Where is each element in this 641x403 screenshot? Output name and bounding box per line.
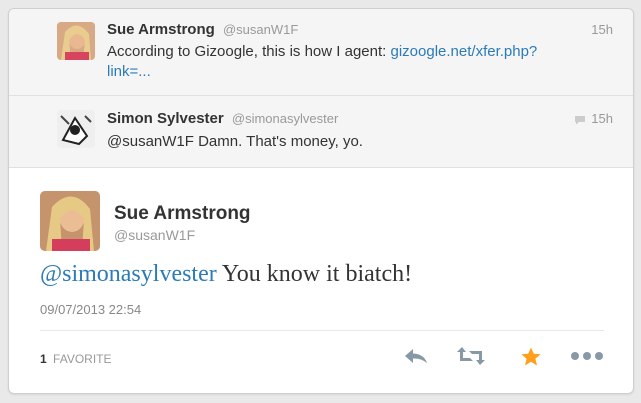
- tweet-text: @simonasylvester You know it biatch!: [40, 261, 412, 288]
- favorite-count[interactable]: 1 FAVORITE: [40, 352, 111, 366]
- avatar[interactable]: [40, 191, 100, 251]
- tweet-author-name[interactable]: Sue Armstrong: [107, 21, 215, 38]
- tweet-author-handle[interactable]: @susanW1F: [223, 22, 298, 37]
- tweet-text: According to Gizoogle, this is how I age…: [107, 42, 577, 82]
- divider: [40, 330, 604, 331]
- tweet-timestamp[interactable]: 15h: [574, 111, 613, 126]
- favorite-star-icon[interactable]: [520, 346, 542, 368]
- tweet-author-name[interactable]: Simon Sylvester: [107, 110, 224, 127]
- conversation-bubble-icon: [575, 115, 586, 125]
- tweet-body: You know it biatch!: [216, 261, 413, 287]
- favorite-count-number: 1: [40, 352, 47, 366]
- tweet-date[interactable]: 09/07/2013 22:54: [40, 302, 141, 317]
- conversation-tweet[interactable]: Simon Sylvester @simonasylvester 15h @su…: [9, 96, 633, 168]
- tweet-text: @susanW1F Damn. That's money, yo.: [107, 133, 363, 150]
- conversation-tweet[interactable]: Sue Armstrong @susanW1F 15h According to…: [9, 9, 633, 96]
- avatar[interactable]: [57, 22, 95, 60]
- favorite-count-label: FAVORITE: [53, 352, 112, 366]
- tweet-timestamp[interactable]: 15h: [591, 22, 613, 37]
- tweet-body: According to Gizoogle, this is how I age…: [107, 43, 387, 60]
- mention-link[interactable]: @simonasylvester: [40, 261, 217, 287]
- reply-icon[interactable]: [403, 346, 429, 366]
- tweet-card: Sue Armstrong @susanW1F 15h According to…: [8, 8, 634, 394]
- retweet-icon[interactable]: [456, 346, 486, 366]
- avatar[interactable]: [57, 110, 95, 148]
- tweet-author-handle[interactable]: @simonasylvester: [232, 111, 338, 126]
- author-handle[interactable]: @susanW1F: [114, 227, 195, 243]
- timestamp-label: 15h: [591, 111, 613, 126]
- author-name[interactable]: Sue Armstrong: [114, 203, 251, 225]
- more-icon[interactable]: [570, 346, 604, 366]
- main-tweet: Sue Armstrong @susanW1F @simonasylvester…: [9, 168, 633, 393]
